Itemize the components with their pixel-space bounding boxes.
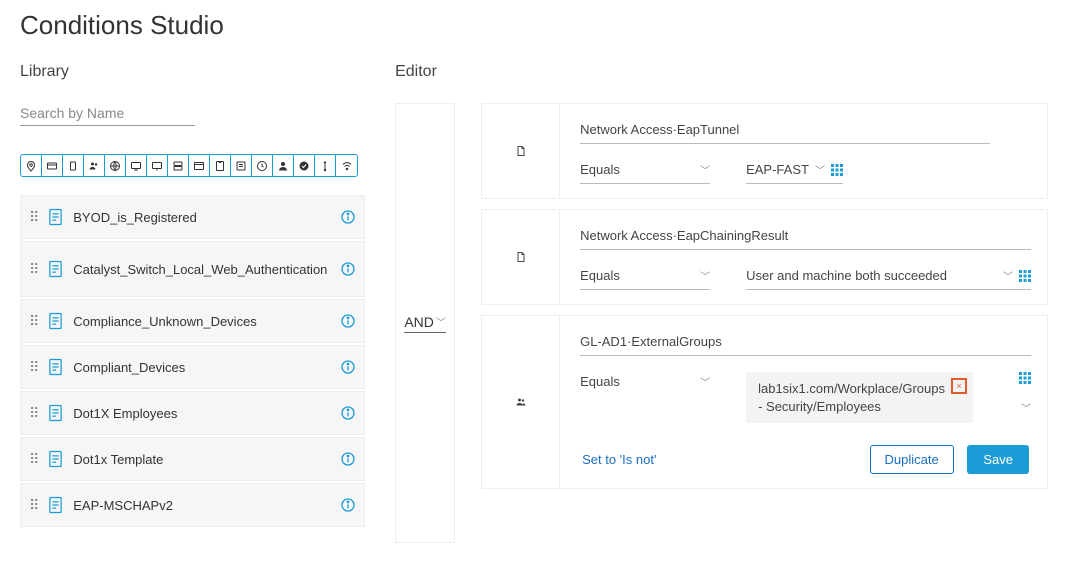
operator-select[interactable]: Equals ﹀: [580, 160, 710, 184]
file-icon: [48, 260, 63, 278]
drag-handle-icon[interactable]: ⠿: [29, 502, 38, 508]
chevron-down-icon: ﹀: [436, 314, 446, 329]
drag-handle-icon[interactable]: ⠿: [29, 266, 38, 272]
monitor-icon[interactable]: [126, 155, 147, 176]
library-item-label: Compliance_Unknown_Devices: [73, 310, 330, 333]
page-icon: [515, 145, 527, 157]
library-item-label: Dot1x Template: [73, 448, 330, 471]
duplicate-button[interactable]: Duplicate: [870, 445, 954, 474]
save-button[interactable]: Save: [967, 445, 1029, 474]
combiner-label: AND: [404, 314, 434, 330]
value-select[interactable]: EAP-FAST ﹀: [746, 160, 843, 184]
rule-card: Network Access·EapChainingResult Equals …: [481, 209, 1048, 305]
operator-select[interactable]: Equals ﹀: [580, 266, 710, 290]
set-isnot-link[interactable]: Set to 'Is not': [582, 452, 656, 467]
drag-handle-icon[interactable]: ⠿: [29, 410, 38, 416]
remove-value-button[interactable]: ×: [951, 378, 967, 394]
location-pin-icon[interactable]: [21, 155, 42, 176]
file-icon: [48, 450, 63, 468]
info-icon[interactable]: [340, 359, 356, 375]
info-icon[interactable]: [340, 261, 356, 277]
user-icon[interactable]: [273, 155, 294, 176]
page-icon: [515, 251, 527, 263]
drag-handle-icon[interactable]: ⠿: [29, 214, 38, 220]
file-icon: [48, 208, 63, 226]
rule-type-icon-cell: [482, 316, 560, 488]
info-icon[interactable]: [340, 451, 356, 467]
drag-handle-icon[interactable]: ⠿: [29, 364, 38, 370]
value-select[interactable]: User and machine both succeeded ﹀: [746, 266, 1031, 290]
library-item[interactable]: ⠿ EAP-MSCHAPv2: [20, 483, 365, 527]
rule-card: Network Access·EapTunnel Equals ﹀ EAP-FA…: [481, 103, 1048, 199]
search-input[interactable]: [20, 103, 195, 126]
check-circle-icon[interactable]: [294, 155, 315, 176]
rule-attribute[interactable]: GL-AD1·ExternalGroups: [580, 332, 1031, 356]
tablet-icon[interactable]: [210, 155, 231, 176]
clock-icon[interactable]: [252, 155, 273, 176]
chevron-down-icon: ﹀: [700, 162, 710, 177]
library-item-label: Compliant_Devices: [73, 356, 330, 379]
library-item[interactable]: ⠿ BYOD_is_Registered: [20, 195, 365, 239]
library-filter-strip: [20, 154, 358, 177]
library-item[interactable]: ⠿ Compliance_Unknown_Devices: [20, 299, 365, 343]
library-item-label: Catalyst_Switch_Local_Web_Authentication: [73, 258, 330, 281]
library-item-label: EAP-MSCHAPv2: [73, 494, 330, 517]
grid-icon[interactable]: [831, 164, 843, 176]
globe-icon[interactable]: [105, 155, 126, 176]
chevron-down-icon: ﹀: [815, 162, 825, 177]
combiner-select[interactable]: AND ﹀: [404, 314, 446, 333]
browser-icon[interactable]: [189, 155, 210, 176]
operator-label: Equals: [580, 268, 620, 283]
info-icon[interactable]: [340, 405, 356, 421]
chevron-down-icon: ﹀: [1003, 268, 1013, 283]
file-icon: [48, 358, 63, 376]
value-label: EAP-FAST: [746, 162, 809, 177]
grid-icon[interactable]: [1019, 372, 1031, 384]
editor-heading: Editor: [395, 49, 1048, 103]
usb-icon[interactable]: [315, 155, 336, 176]
library-item[interactable]: ⠿ Dot1x Template: [20, 437, 365, 481]
value-pill[interactable]: lab1six1.com/Workplace/Groups - Security…: [746, 372, 973, 423]
info-icon[interactable]: [340, 497, 356, 513]
rule-card: GL-AD1·ExternalGroups Equals ﹀ lab1six1.…: [481, 315, 1048, 489]
info-icon[interactable]: [340, 209, 356, 225]
id-card-icon[interactable]: [42, 155, 63, 176]
library-item-label: Dot1X Employees: [73, 402, 330, 425]
server-icon[interactable]: [168, 155, 189, 176]
drag-handle-icon[interactable]: ⠿: [29, 456, 38, 462]
library-heading: Library: [20, 49, 365, 103]
library-item[interactable]: ⠿ Catalyst_Switch_Local_Web_Authenticatio…: [20, 241, 365, 297]
list-icon[interactable]: [231, 155, 252, 176]
device-icon[interactable]: [63, 155, 84, 176]
network-monitor-icon[interactable]: [147, 155, 168, 176]
chevron-down-icon: ﹀: [700, 268, 710, 283]
info-icon[interactable]: [340, 313, 356, 329]
file-icon: [48, 312, 63, 330]
operator-label: Equals: [580, 374, 620, 389]
grid-icon[interactable]: [1019, 270, 1031, 282]
operator-select[interactable]: Equals ﹀: [580, 372, 710, 393]
file-icon: [48, 404, 63, 422]
value-label: lab1six1.com/Workplace/Groups - Security…: [758, 381, 945, 414]
page-title: Conditions Studio: [0, 0, 1068, 49]
rule-type-icon-cell: [482, 210, 560, 304]
rule-attribute[interactable]: Network Access·EapChainingResult: [580, 226, 1031, 250]
chevron-down-icon: ﹀: [700, 374, 710, 389]
file-icon: [48, 496, 63, 514]
rule-type-icon-cell: [482, 104, 560, 198]
combiner-column: AND ﹀: [395, 103, 455, 543]
library-item[interactable]: ⠿ Dot1X Employees: [20, 391, 365, 435]
library-item[interactable]: ⠿ Compliant_Devices: [20, 345, 365, 389]
wifi-icon[interactable]: [336, 155, 357, 176]
chevron-down-icon[interactable]: ﹀: [1021, 400, 1031, 415]
value-label: User and machine both succeeded: [746, 268, 947, 283]
library-item-label: BYOD_is_Registered: [73, 206, 330, 229]
operator-label: Equals: [580, 162, 620, 177]
drag-handle-icon[interactable]: ⠿: [29, 318, 38, 324]
rule-attribute[interactable]: Network Access·EapTunnel: [580, 120, 990, 144]
group-icon: [515, 396, 527, 408]
group-icon[interactable]: [84, 155, 105, 176]
